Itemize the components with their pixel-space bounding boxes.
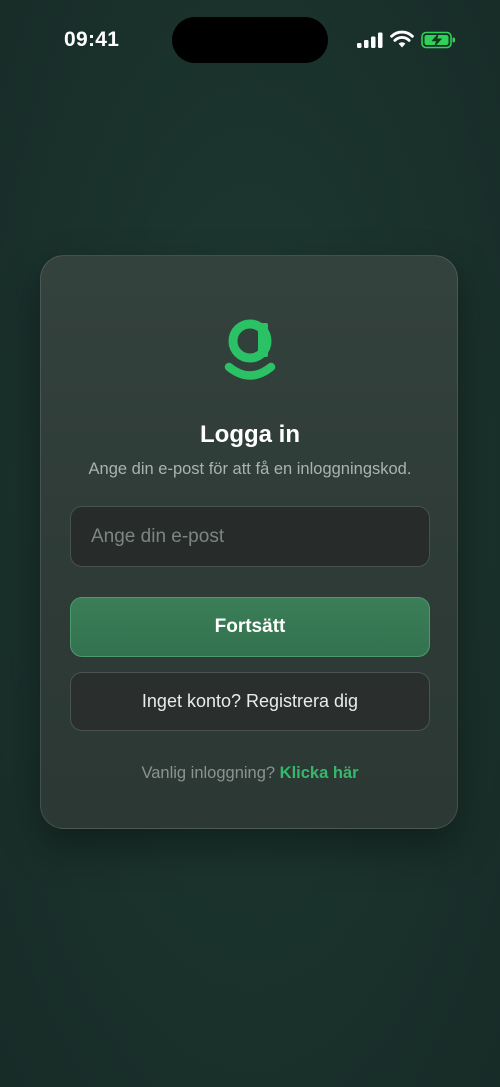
legacy-login-row: Vanlig inloggning? Klicka här xyxy=(41,764,459,783)
register-button[interactable]: Inget konto? Registrera dig xyxy=(70,672,430,731)
brand-logo xyxy=(224,319,276,380)
cellular-signal-icon xyxy=(357,32,383,48)
legacy-login-link[interactable]: Klicka här xyxy=(280,764,359,782)
login-subtitle: Ange din e-post för att få en inloggning… xyxy=(88,460,412,478)
page-title: Logga in xyxy=(200,421,300,448)
status-time: 09:41 xyxy=(64,28,120,51)
status-bar: 09:41 xyxy=(0,0,500,80)
login-card: Logga in Ange din e-post för att få en i… xyxy=(40,255,458,829)
dynamic-island xyxy=(172,17,328,63)
continue-button[interactable]: Fortsätt xyxy=(70,597,430,657)
email-field[interactable] xyxy=(70,506,430,567)
wifi-icon xyxy=(390,30,414,48)
legacy-login-prompt: Vanlig inloggning? xyxy=(141,764,276,782)
battery-charging-icon xyxy=(421,31,455,49)
